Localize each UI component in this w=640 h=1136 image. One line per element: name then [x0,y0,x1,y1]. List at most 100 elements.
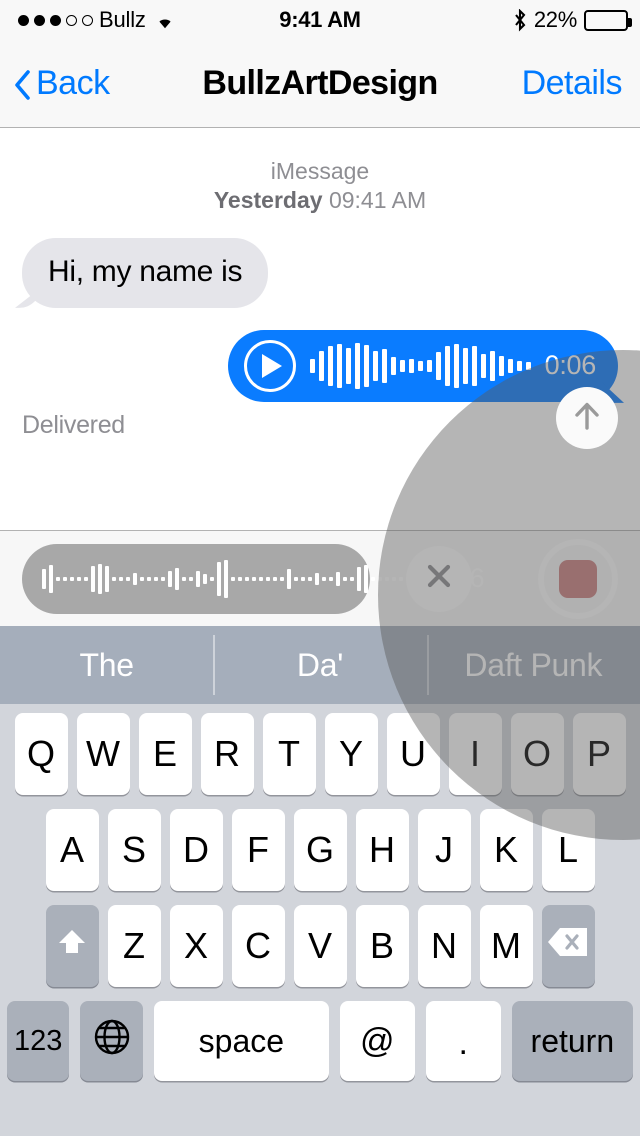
key-u[interactable]: U [386,713,440,795]
waveform-bar [91,565,95,592]
waveform-bar [364,564,368,593]
key-l[interactable]: L [541,809,595,891]
key-r[interactable]: R [200,713,254,795]
key-p[interactable]: P [572,713,626,795]
return-key[interactable]: return [511,1001,633,1081]
key-o[interactable]: O [510,713,564,795]
phone-screen: Bullz 9:41 AM 22% Back BullzArtDesign De… [0,0,640,1136]
cancel-recording-button[interactable] [406,545,472,612]
key-t[interactable]: T [262,713,316,795]
key-x[interactable]: X [169,905,223,987]
conversation-meta: iMessage Yesterday 09:41 AM [0,157,640,216]
stop-record-icon [559,559,597,598]
waveform-bar [133,572,137,585]
space-key[interactable]: space [153,1001,329,1081]
suggestion-item-2[interactable]: Daft Punk [426,626,640,704]
keyboard-row-3: ZXCVBNM [0,905,640,987]
shift-key[interactable] [45,905,99,987]
key-g[interactable]: G [293,809,347,891]
backspace-icon [546,925,590,968]
waveform-bar [126,576,130,581]
key-y[interactable]: Y [324,713,378,795]
waveform-bar [294,576,298,581]
audio-record-bar: 0:06 [0,530,640,626]
key-h[interactable]: H [355,809,409,891]
waveform-bar [343,576,347,581]
message-row-outgoing: 0:06 [0,329,640,402]
recording-preview-pill[interactable]: 0:06 [22,543,485,614]
suggestion-item-0[interactable]: The [0,626,213,704]
key-m[interactable]: M [479,905,533,987]
incoming-message-text: Hi, my name is [48,254,243,288]
key-k[interactable]: K [479,809,533,891]
waveform-bar [42,568,46,589]
conversation-area: iMessage Yesterday 09:41 AM Hi, my name … [0,129,640,530]
at-key[interactable]: @ [339,1001,415,1081]
waveform-bar [453,343,459,388]
waveform-bar [462,347,468,384]
status-badge: Delivered [22,410,125,439]
key-q[interactable]: Q [14,713,68,795]
waveform-bar [507,358,513,373]
waveform-bar [444,345,450,386]
play-icon[interactable] [243,339,296,392]
numbers-key[interactable]: 123 [7,1001,70,1081]
waveform-bar [217,561,221,596]
globe-key[interactable] [80,1001,143,1081]
waveform-bar [119,576,123,581]
waveform-bar [154,576,158,581]
waveform-bar [196,570,200,587]
stop-recording-button[interactable] [538,538,618,619]
delete-key[interactable] [541,905,595,987]
outgoing-audio-bubble[interactable]: 0:06 [227,329,618,402]
waveform-bar [363,344,369,387]
waveform-bar [112,576,116,581]
status-bar: Bullz 9:41 AM 22% [0,0,640,40]
waveform-bar [280,576,284,581]
waveform-bar [147,576,151,581]
suggestion-item-1[interactable]: Da' [213,626,426,704]
waveform-bar [329,576,333,581]
key-d[interactable]: D [169,809,223,891]
waveform-bar [498,355,504,376]
key-j[interactable]: J [417,809,471,891]
waveform-bar [336,343,342,388]
play-triangle [262,353,283,378]
send-audio-button[interactable] [556,387,618,449]
key-i[interactable]: I [448,713,502,795]
waveform-bar [385,576,389,581]
shift-arrow-icon [54,924,90,969]
audio-duration-label: 0:06 [544,350,597,381]
key-w[interactable]: W [76,713,130,795]
period-key[interactable]: . [425,1001,501,1081]
waveform-bar [63,576,67,581]
key-z[interactable]: Z [107,905,161,987]
waveform-bar [252,576,256,581]
waveform-bar [426,359,432,372]
key-f[interactable]: F [231,809,285,891]
key-e[interactable]: E [138,713,192,795]
key-n[interactable]: N [417,905,471,987]
waveform-bar [417,360,423,371]
details-button[interactable]: Details [522,64,623,103]
status-bar-right: 22% [513,7,632,33]
waveform-bar [390,356,396,375]
key-a[interactable]: A [45,809,99,891]
message-timestamp: Yesterday 09:41 AM [0,186,640,215]
key-s[interactable]: S [107,809,161,891]
waveform-bar [309,358,315,373]
recording-waveform [42,557,417,601]
key-v[interactable]: V [293,905,347,987]
waveform-bar [140,576,144,581]
key-b[interactable]: B [355,905,409,987]
keyboard-row-1: QWERTYUIOP [0,713,640,795]
waveform-bar [371,576,375,581]
incoming-message-bubble[interactable]: Hi, my name is [22,237,269,308]
close-icon [422,559,456,598]
waveform-bar [399,359,405,372]
key-c[interactable]: C [231,905,285,987]
timestamp-time: 09:41 AM [328,187,427,214]
waveform-bar [231,576,235,581]
waveform-bar [354,342,360,389]
keyboard-row-2: ASDFGHJKL [0,809,640,891]
